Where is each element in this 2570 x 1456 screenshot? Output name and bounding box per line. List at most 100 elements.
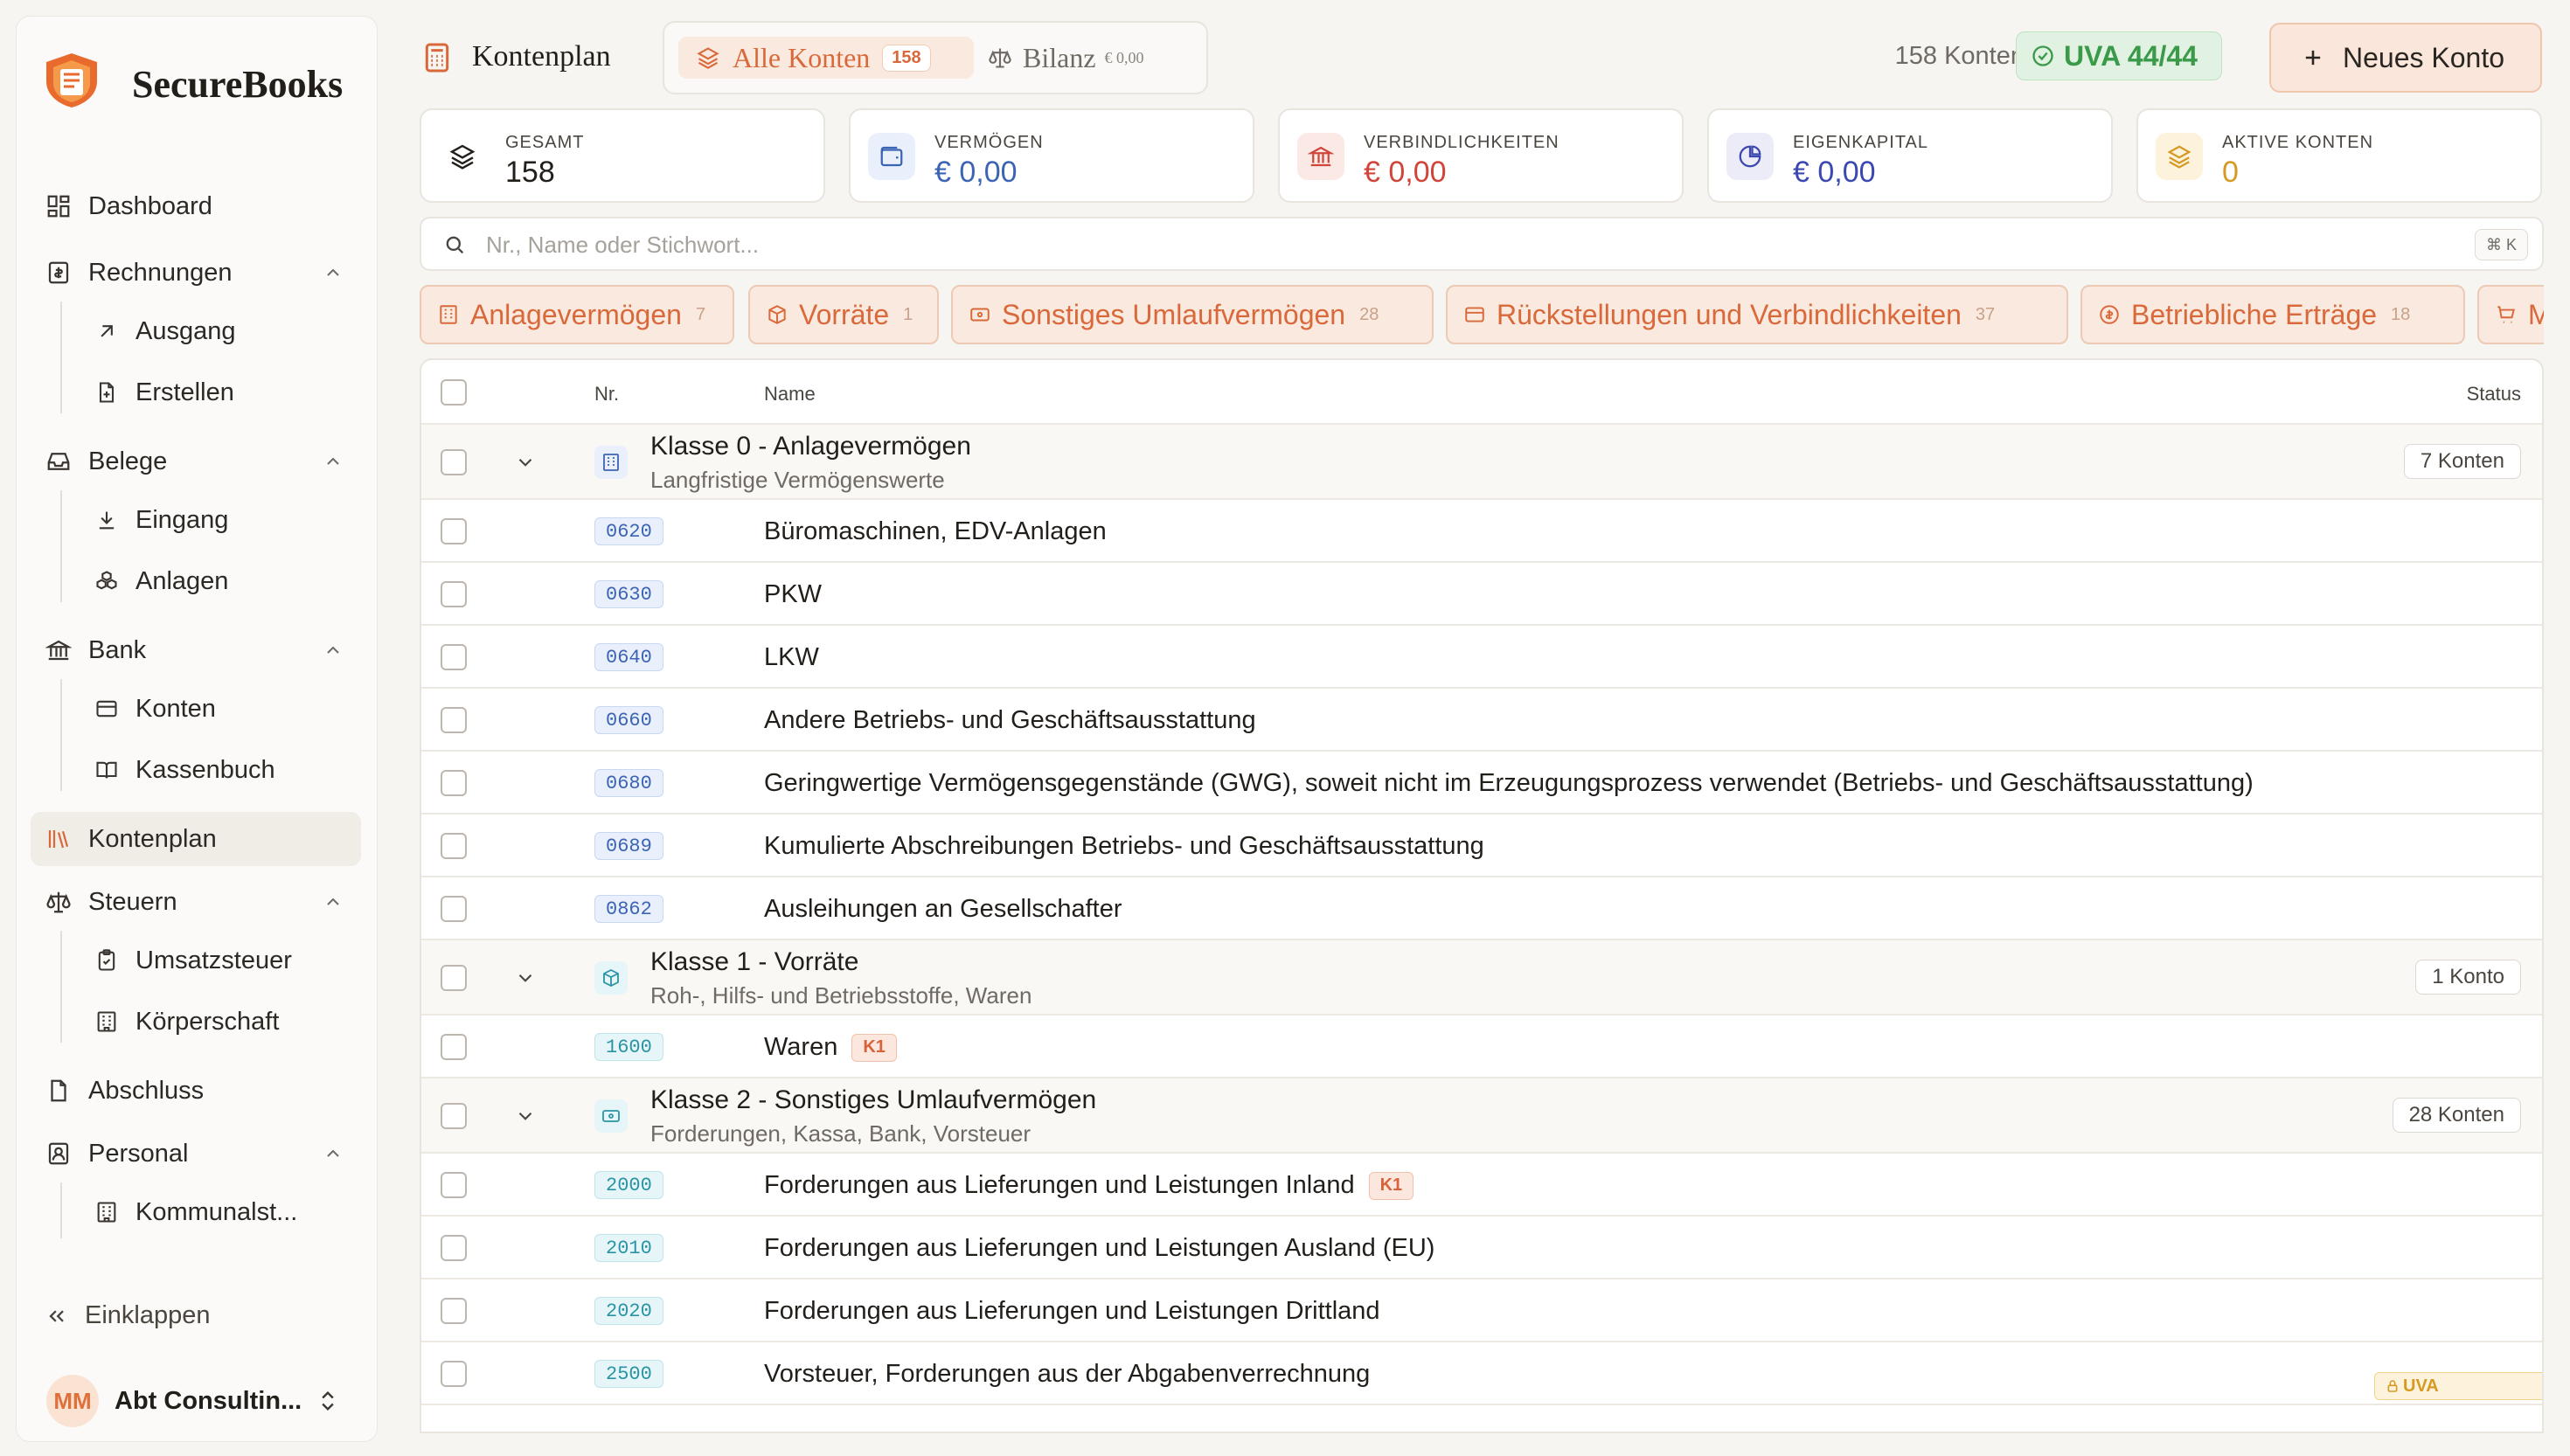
table-row[interactable]: 1600 Waren K1 [421,1016,2542,1078]
account-name-text: Ausleihungen an Gesellschafter [764,895,1122,923]
sidebar-item-koerperschaft[interactable]: Körperschaft [74,995,354,1048]
filter-chip-vorraete[interactable]: Vorräte 1 [748,285,939,344]
sidebar-item-dashboard[interactable]: Dashboard [31,179,361,233]
submenu-line [60,1182,62,1238]
table-row[interactable]: 0630 PKW [421,563,2542,626]
group-row-klasse-0[interactable]: Klasse 0 - Anlagevermögen Langfristige V… [421,425,2542,500]
table-row[interactable]: 0660 Andere Betriebs- und Geschäftsausst… [421,689,2542,752]
sidebar-item-personal[interactable]: Personal [31,1127,361,1181]
column-header-nr[interactable]: Nr. [594,383,619,406]
chevron-up-icon[interactable] [323,451,344,472]
row-checkbox[interactable] [441,1172,467,1198]
filter-chip-material[interactable]: Mate [2477,285,2544,344]
sidebar-item-label: Körperschaft [135,1007,280,1036]
table-row[interactable]: 0640 LKW [421,626,2542,689]
sidebar-item-belege[interactable]: Belege [31,434,361,489]
table-row[interactable]: 2020 Forderungen aus Lieferungen und Lei… [421,1279,2542,1342]
row-checkbox[interactable] [441,707,467,733]
sidebar-item-umsatzsteuer[interactable]: Umsatzsteuer [74,934,354,987]
sidebar-item-konten[interactable]: Konten [74,683,354,735]
stat-label: AKTIVE KONTEN [2222,133,2374,152]
account-name-text: Vorsteuer, Forderungen aus der Abgabenve… [764,1360,1371,1388]
chevron-up-icon[interactable] [323,640,344,661]
sidebar-item-ausgang[interactable]: Ausgang [74,305,354,357]
row-checkbox[interactable] [441,449,467,475]
chevron-up-icon[interactable] [323,262,344,283]
table-row[interactable]: 2010 Forderungen aus Lieferungen und Lei… [421,1217,2542,1279]
filter-chip-rueckstellungen[interactable]: Rückstellungen und Verbindlichkeiten 37 [1446,285,2068,344]
row-checkbox[interactable] [441,518,467,544]
row-checkbox[interactable] [441,581,467,607]
row-checkbox[interactable] [441,1235,467,1261]
user-name: Abt Consultin... [115,1386,302,1415]
account-name-text: Andere Betriebs- und Geschäftsausstattun… [764,706,1256,734]
sidebar-item-abschluss[interactable]: Abschluss [31,1064,361,1118]
chevron-down-icon[interactable] [514,967,537,989]
column-header-name[interactable]: Name [764,383,816,406]
column-header-status[interactable]: Status [2467,383,2521,406]
tab-alle-konten[interactable]: Alle Konten 158 [678,37,974,79]
row-checkbox[interactable] [441,1298,467,1324]
filter-chip-sonstiges-umlaufvermoegen[interactable]: Sonstiges Umlaufvermögen 28 [951,285,1434,344]
bank-icon [1297,133,1344,180]
stat-value: € 0,00 [1793,156,1876,189]
filter-label: Vorräte [799,298,890,330]
filter-chip-betriebliche-ertraege[interactable]: Betriebliche Erträge 18 [2080,285,2465,344]
chevrons-left-icon [45,1304,69,1328]
package-icon [766,303,788,326]
row-checkbox[interactable] [441,770,467,796]
table-row[interactable]: 0689 Kumulierte Abschreibungen Betriebs-… [421,815,2542,877]
sidebar-item-steuern[interactable]: Steuern [31,875,361,929]
filter-label: Sonstiges Umlaufvermögen [1002,298,1346,330]
table-row[interactable]: 2000 Forderungen aus Lieferungen und Lei… [421,1154,2542,1217]
search-icon [442,232,467,257]
sidebar-item-label: Eingang [135,505,229,534]
sidebar-item-anlagen[interactable]: Anlagen [74,555,354,607]
new-account-button[interactable]: Neues Konto [2269,23,2542,93]
table-row[interactable]: 2500 Vorsteuer, Forderungen aus der Abga… [421,1342,2542,1405]
sidebar-item-rechnungen[interactable]: Rechnungen [31,246,361,300]
account-name-text: Büromaschinen, EDV-Anlagen [764,517,1107,545]
table-row[interactable]: 0680 Geringwertige Vermögensgegenstände … [421,752,2542,815]
sidebar-item-kassenbuch[interactable]: Kassenbuch [74,744,354,796]
row-checkbox[interactable] [441,1034,467,1060]
account-name: Ausleihungen an Gesellschafter [764,895,1122,924]
table-row[interactable]: 0862 Ausleihungen an Gesellschafter [421,877,2542,940]
row-checkbox[interactable] [441,1361,467,1387]
collapse-button[interactable]: Einklappen [45,1301,211,1330]
uva-status-badge[interactable]: UVA 44/44 [2016,31,2222,80]
select-all-checkbox[interactable] [441,379,467,406]
chevron-down-icon[interactable] [514,1105,537,1127]
row-checkbox[interactable] [441,1103,467,1129]
search-input[interactable] [486,227,2322,262]
stat-value: € 0,00 [1364,156,1447,189]
account-name: Forderungen aus Lieferungen und Leistung… [764,1297,1380,1326]
row-checkbox[interactable] [441,965,467,991]
sidebar-item-label: Abschluss [88,1076,205,1105]
filter-chip-anlagevermoegen[interactable]: Anlagevermögen 7 [420,285,734,344]
table-row[interactable]: 0620 Büromaschinen, EDV-Anlagen [421,500,2542,563]
uva-badge-label: UVA [2403,1376,2439,1396]
sidebar-item-bank[interactable]: Bank [31,623,361,677]
banknote-icon [594,1099,628,1133]
sidebar-item-kontenplan[interactable]: Kontenplan [31,812,361,866]
row-checkbox[interactable] [441,644,467,670]
tab-badge: € 0,00 [1104,48,1144,66]
chevron-up-icon[interactable] [323,1143,344,1164]
chevron-down-icon[interactable] [514,451,537,474]
banknote-icon [969,303,991,326]
sidebar-item-label: Umsatzsteuer [135,946,292,974]
user-menu[interactable]: MM Abt Consultin... [31,1369,363,1432]
tab-bilanz[interactable]: Bilanz € 0,00 [988,37,1144,79]
sidebar-item-eingang[interactable]: Eingang [74,494,354,546]
group-row-klasse-1[interactable]: Klasse 1 - Vorräte Roh-, Hilfs- und Betr… [421,940,2542,1016]
sidebar-item-erstellen[interactable]: Erstellen [74,366,354,419]
account-name: Forderungen aus Lieferungen und Leistung… [764,1234,1434,1263]
scale-icon [43,886,74,918]
row-checkbox[interactable] [441,833,467,859]
row-checkbox[interactable] [441,896,467,922]
chevron-up-icon[interactable] [323,891,344,912]
account-name: Waren K1 [764,1033,897,1062]
group-row-klasse-2[interactable]: Klasse 2 - Sonstiges Umlaufvermögen Ford… [421,1078,2542,1154]
sidebar-item-kommunalsteuer[interactable]: Kommunalst... [74,1186,354,1238]
